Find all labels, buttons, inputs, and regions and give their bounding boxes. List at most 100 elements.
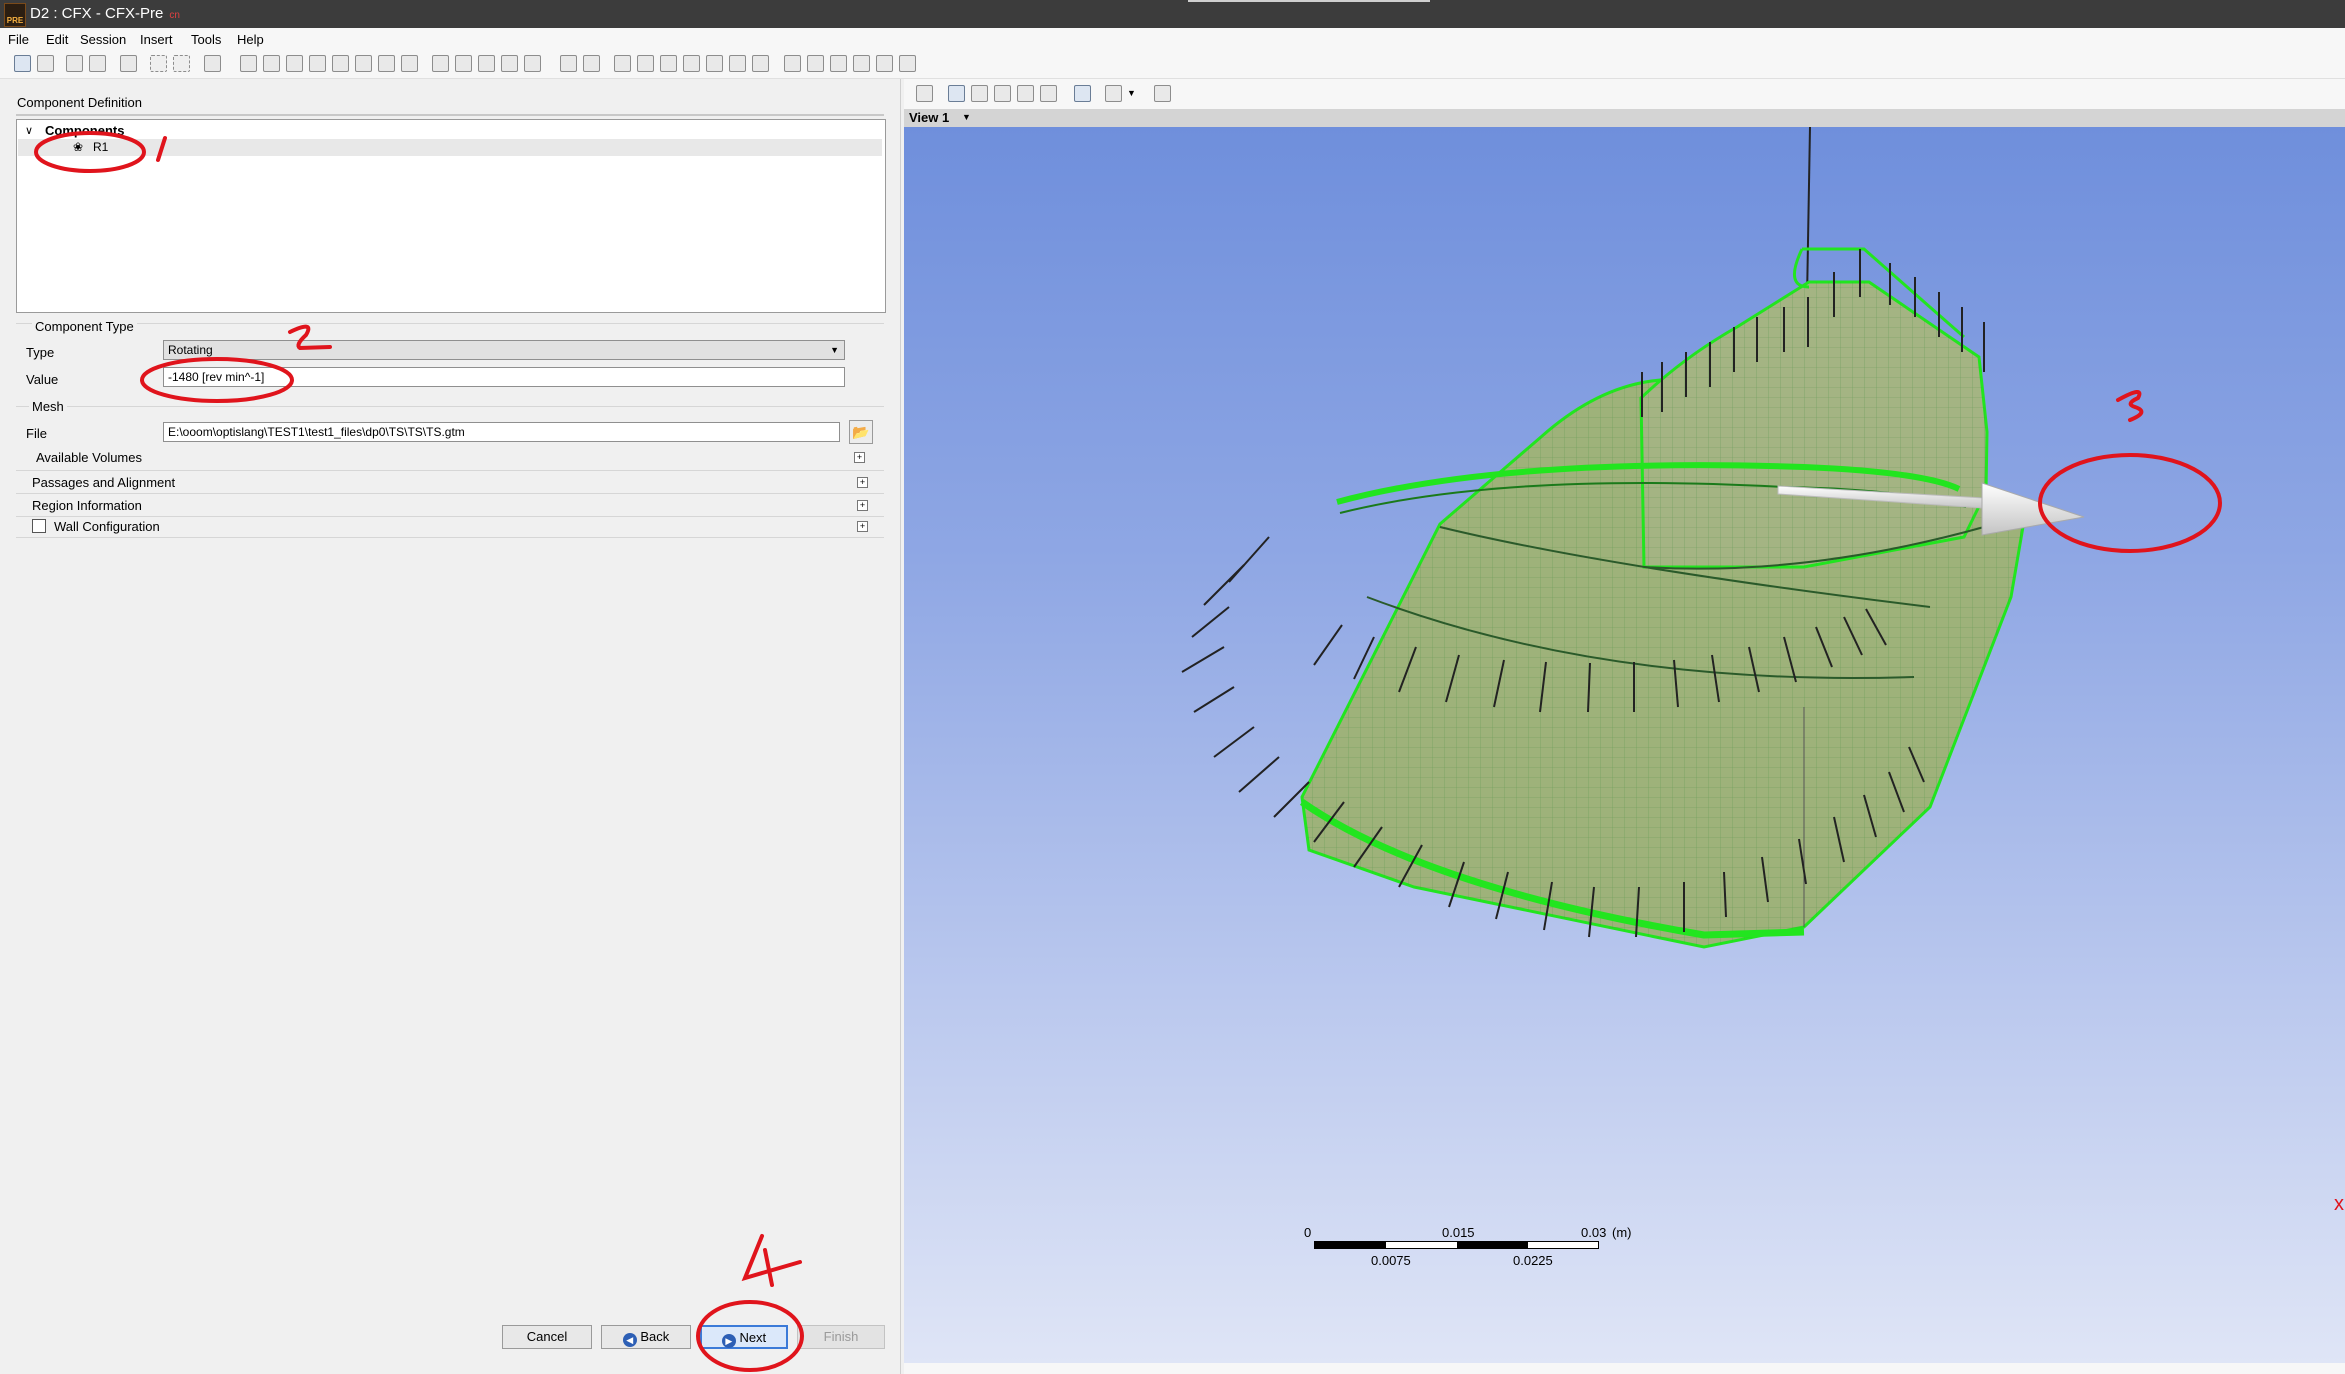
view-selector[interactable]: View 1 ▼ [904,109,2345,127]
wall-configuration-checkbox[interactable] [32,519,46,533]
volume-icon[interactable] [729,55,746,72]
rotor-icon: ❀ [73,140,84,154]
view-label: View 1 [909,110,950,125]
menu-file[interactable]: File [8,32,29,47]
pan-icon[interactable] [971,85,988,102]
scale-tick-00225: 0.0225 [1513,1253,1553,1268]
component-type-title: Component Type [32,319,137,334]
next-button-label: Next [739,1330,767,1345]
help-pointer-icon[interactable] [1154,85,1171,102]
surface-icon[interactable] [683,55,700,72]
menu-session[interactable]: Session [80,32,126,47]
menu-bar: File Edit Session Insert Tools Help [0,28,2345,50]
passages-alignment-label: Passages and Alignment [32,475,176,490]
3d-viewer: ▼ View 1 ▼ 0 0.015 0.03 (m) 0.0075 0.022… [904,79,2345,1374]
insert-domain-icon[interactable] [240,55,257,72]
zoom-fit-icon[interactable] [1040,85,1057,102]
insert-subdomain-icon[interactable] [286,55,303,72]
import-icon[interactable] [66,55,83,72]
expand-available-volumes-icon[interactable]: + [854,452,865,463]
insert-boundary-icon[interactable] [263,55,280,72]
scale-tick-003: 0.03 [1581,1225,1607,1240]
export-icon[interactable] [89,55,106,72]
divider [16,493,884,494]
insert-interface-icon[interactable] [332,55,349,72]
vector-icon[interactable] [752,55,769,72]
chevron-down-icon[interactable]: ▼ [1127,88,1136,98]
clip-plane-icon[interactable] [830,55,847,72]
insert-mesh-adaption-icon[interactable] [355,55,372,72]
finish-button[interactable]: Finish [797,1325,885,1349]
next-button[interactable]: ▶ Next [700,1325,788,1349]
divider [16,516,884,517]
mesh-file-input[interactable]: E:\ooom\optislang\TEST1\test1_files\dp0\… [163,422,840,442]
turbo-icon[interactable] [807,55,824,72]
value-input[interactable]: -1480 [rev min^-1] [163,367,845,387]
mesh-statistics-icon[interactable] [853,55,870,72]
cancel-button[interactable]: Cancel [502,1325,592,1349]
expand-wall-configuration-icon[interactable]: + [857,521,868,532]
insert-coordinate-frame-icon[interactable] [524,55,541,72]
save-as-icon[interactable] [37,55,54,72]
insert-monitor-icon[interactable] [378,55,395,72]
region-icon[interactable] [660,55,677,72]
undo-icon[interactable] [150,55,167,72]
type-select-value: Rotating [168,343,213,357]
title-divider [1188,0,1430,2]
menu-insert[interactable]: Insert [140,32,173,47]
scale-tick-0015: 0.015 [1442,1225,1475,1240]
rotor-mesh [1300,247,2027,949]
expand-region-info-icon[interactable]: + [857,500,868,511]
table-icon[interactable] [876,55,893,72]
viewport-layout-icon[interactable] [1105,85,1122,102]
tree-header: Components [45,123,125,138]
scale-unit: (m) [1612,1225,1632,1240]
cfx-pre-logo: PRE [4,3,26,27]
available-volumes-label: Available Volumes [36,450,142,465]
divider [16,470,884,471]
type-select[interactable]: Rotating ▼ [163,340,845,360]
layout-icon[interactable] [899,55,916,72]
redo-icon[interactable] [173,55,190,72]
insert-material-icon[interactable] [432,55,449,72]
plane-icon[interactable] [706,55,723,72]
insert-source-icon[interactable] [309,55,326,72]
menu-help[interactable]: Help [237,32,264,47]
components-tree[interactable]: ∨ Components ❀ R1 [16,119,886,313]
region-information-label: Region Information [32,498,142,513]
tree-item-r1[interactable]: ❀ R1 [18,139,882,156]
main-toolbar [0,50,2345,79]
solver-control-icon[interactable] [583,55,600,72]
type-label: Type [26,345,55,360]
output-control-icon[interactable] [614,55,631,72]
chart-icon[interactable] [784,55,801,72]
preferences-icon[interactable] [204,55,221,72]
scale-segment [1457,1242,1528,1248]
insert-expression-icon[interactable] [401,55,418,72]
zoom-icon[interactable] [994,85,1011,102]
timestep-icon[interactable] [560,55,577,72]
back-button[interactable]: ◀ Back [601,1325,691,1349]
menu-edit[interactable]: Edit [46,32,68,47]
tree-collapse-icon[interactable]: ∨ [25,124,33,137]
window-subtitle: cn [169,10,180,21]
browse-folder-icon[interactable]: 📂 [849,420,873,444]
scale-tick-00075: 0.0075 [1371,1253,1411,1268]
chevron-down-icon[interactable]: ▼ [962,112,971,122]
section-title: Component Definition [17,95,143,110]
highlight-icon[interactable] [1074,85,1091,102]
expand-passages-icon[interactable]: + [857,477,868,488]
mesh-icon[interactable] [637,55,654,72]
menu-tools[interactable]: Tools [191,32,221,47]
zoom-box-icon[interactable] [1017,85,1034,102]
rotate-icon[interactable] [948,85,965,102]
axis-triad-x-label: x [2334,1193,2344,1215]
next-arrow-icon: ▶ [721,1334,736,1348]
insert-curve-icon[interactable] [478,55,495,72]
select-icon[interactable] [916,85,933,102]
print-icon[interactable] [120,55,137,72]
viewport-canvas[interactable]: 0 0.015 0.03 (m) 0.0075 0.0225 x [904,127,2345,1363]
insert-line-icon[interactable] [455,55,472,72]
insert-point-icon[interactable] [501,55,518,72]
save-icon[interactable] [14,55,31,72]
